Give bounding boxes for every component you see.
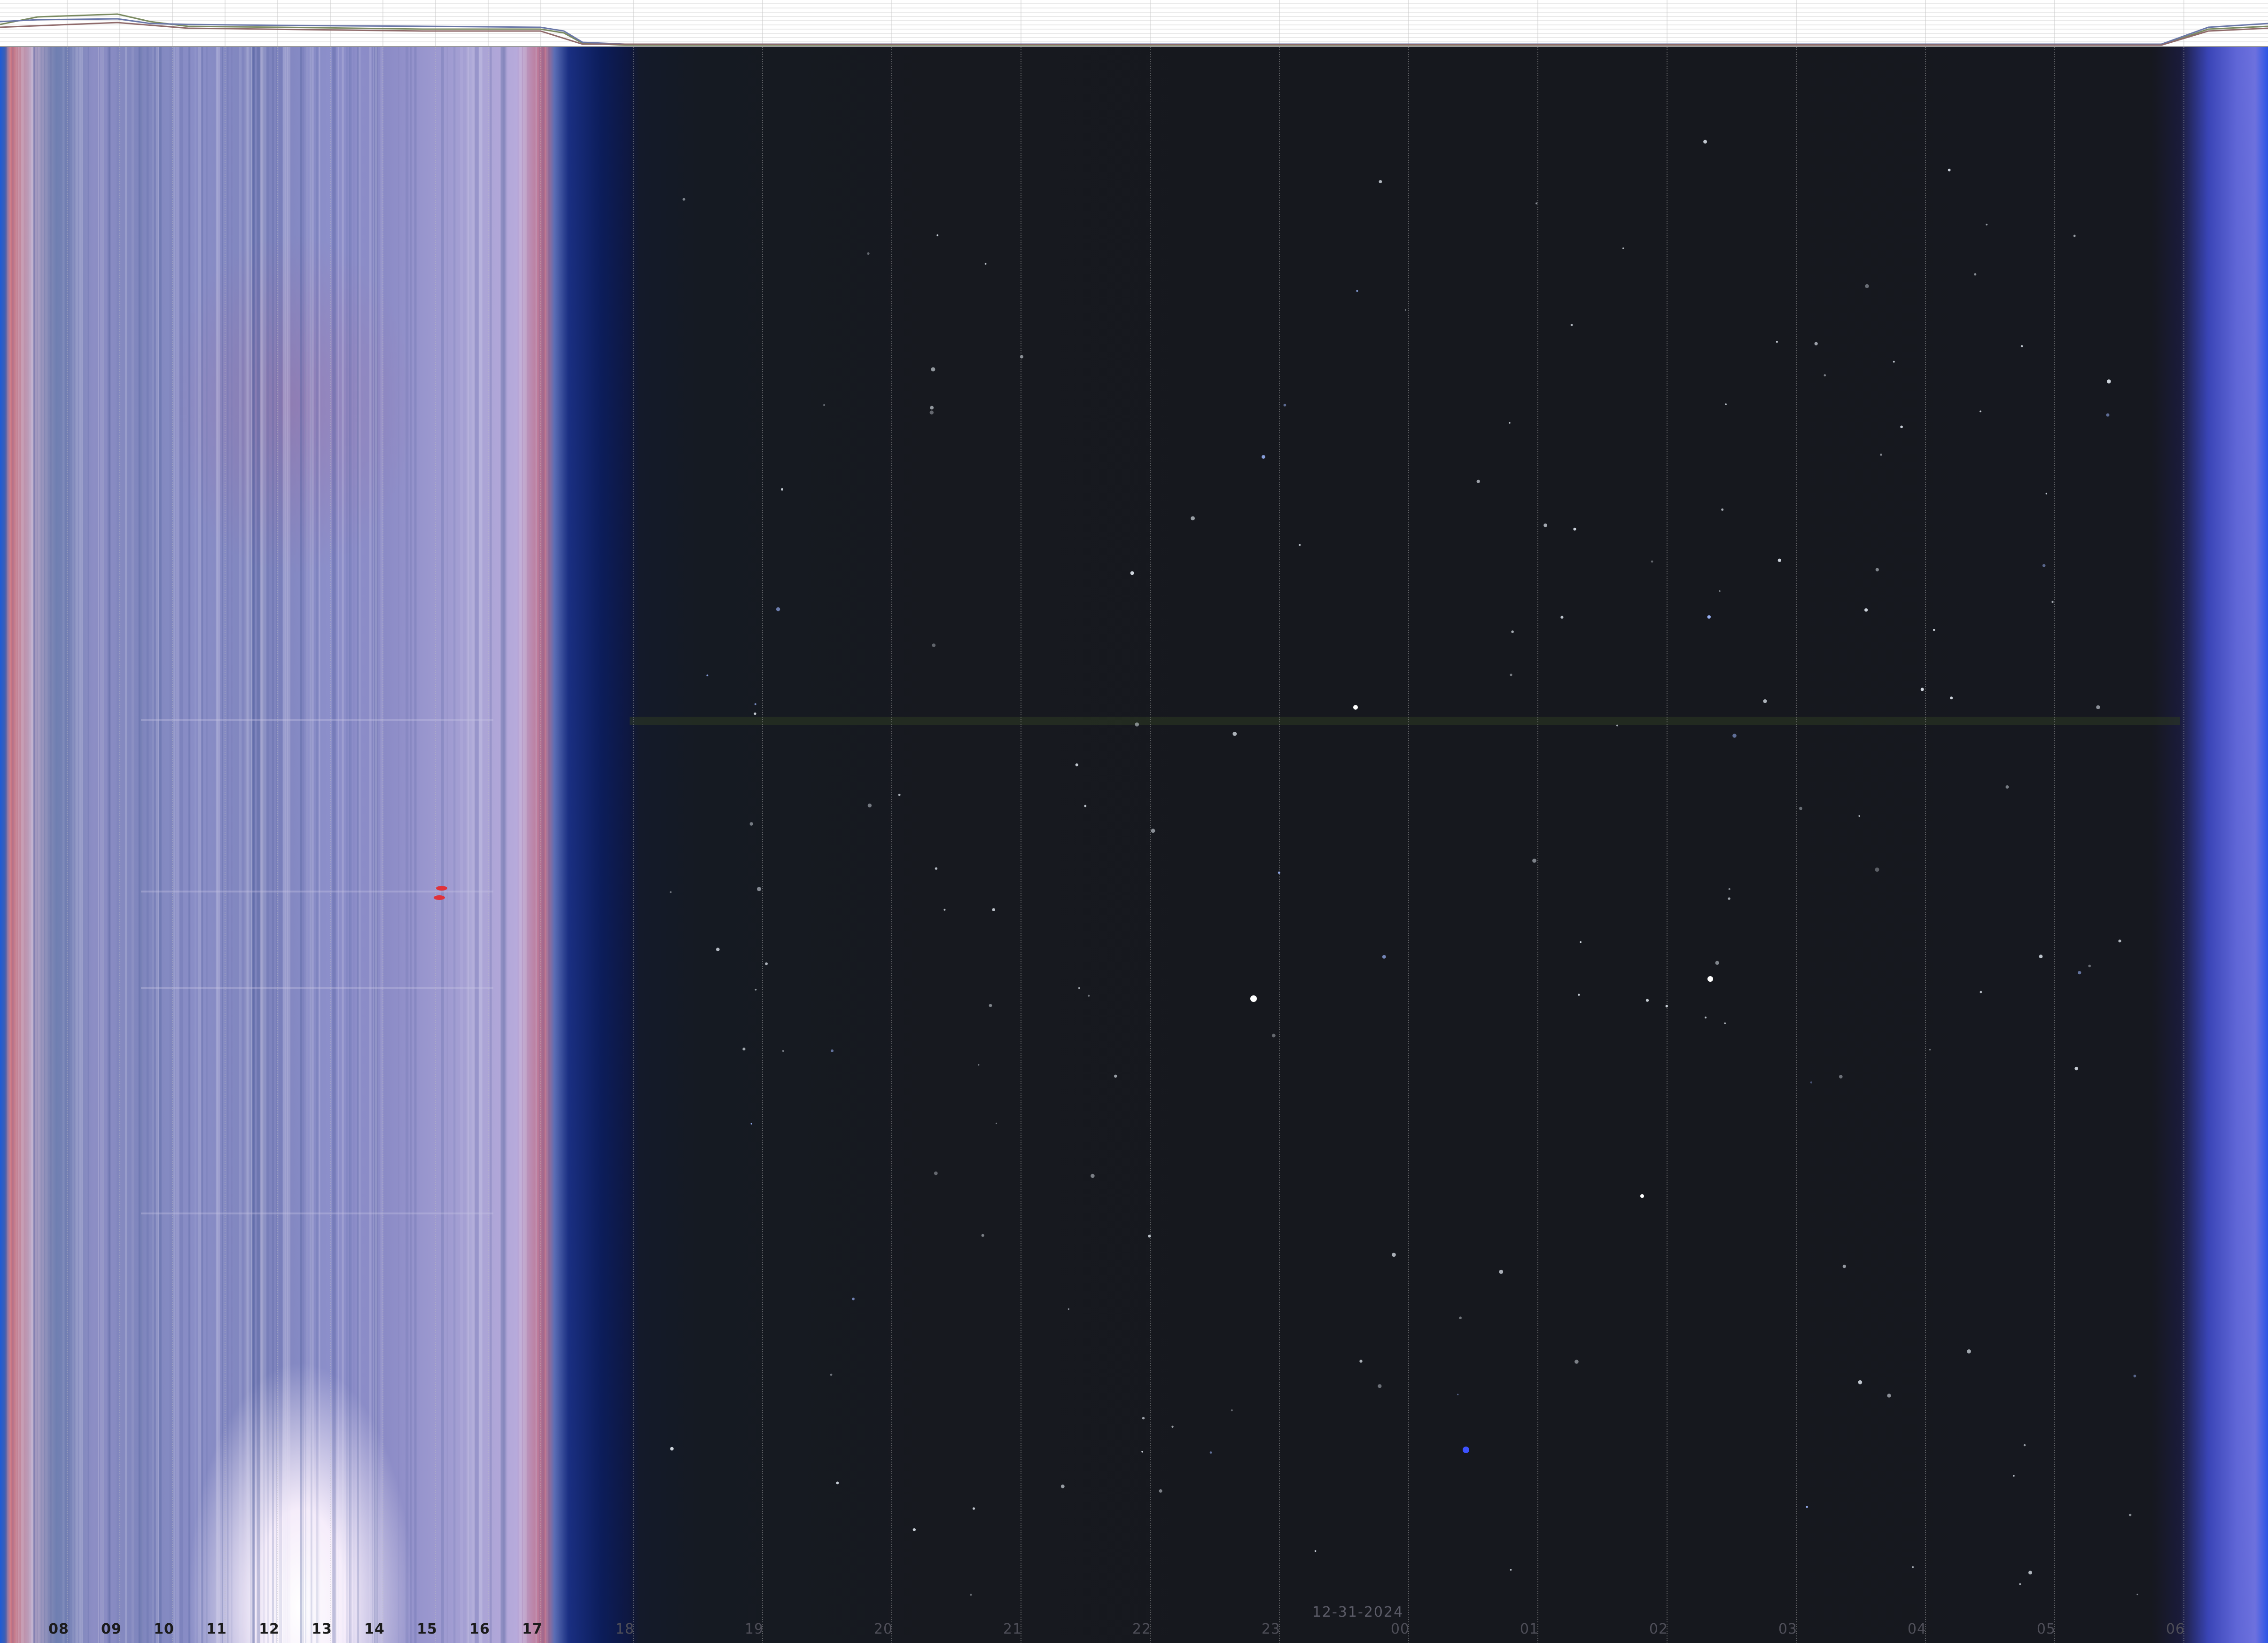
hour-label: 15 — [417, 1621, 437, 1637]
hour-label: 17 — [522, 1621, 543, 1637]
hour-label: 16 — [469, 1621, 490, 1637]
hour-label: 14 — [364, 1621, 385, 1637]
hour-label: 13 — [312, 1621, 332, 1637]
brightness-curve — [0, 18, 2268, 45]
hour-label: 10 — [154, 1621, 174, 1637]
hour-label: 21 — [1003, 1621, 1022, 1637]
hour-label: 03 — [1778, 1621, 1798, 1637]
hour-label: 06 — [2166, 1621, 2185, 1637]
hour-label: 01 — [1520, 1621, 1539, 1637]
hour-label: 19 — [744, 1621, 764, 1637]
keogram-image: 08 09 10 11 12 13 14 15 16 17 18 19 20 21 22 23 00 01 02 03… — [0, 0, 2268, 1643]
hour-label: 00 — [1390, 1621, 1410, 1637]
hour-label: 12 — [259, 1621, 280, 1637]
hour-label: 20 — [873, 1621, 893, 1637]
hour-label: 08 — [48, 1621, 69, 1637]
hour-label: 23 — [1261, 1621, 1281, 1637]
hour-label: 09 — [101, 1621, 122, 1637]
hour-label: 02 — [1649, 1621, 1668, 1637]
hour-label: 11 — [206, 1621, 227, 1637]
hour-label: 05 — [2036, 1621, 2056, 1637]
hour-label: 18 — [615, 1621, 635, 1637]
keogram-sky-band — [0, 47, 2268, 1643]
brightness-graph-strip — [0, 0, 2268, 47]
hour-label: 04 — [1907, 1621, 1927, 1637]
brightness-graph — [0, 0, 2268, 46]
hour-label: 22 — [1132, 1621, 1152, 1637]
date-label: 12-31-2024 — [1312, 1604, 1404, 1620]
